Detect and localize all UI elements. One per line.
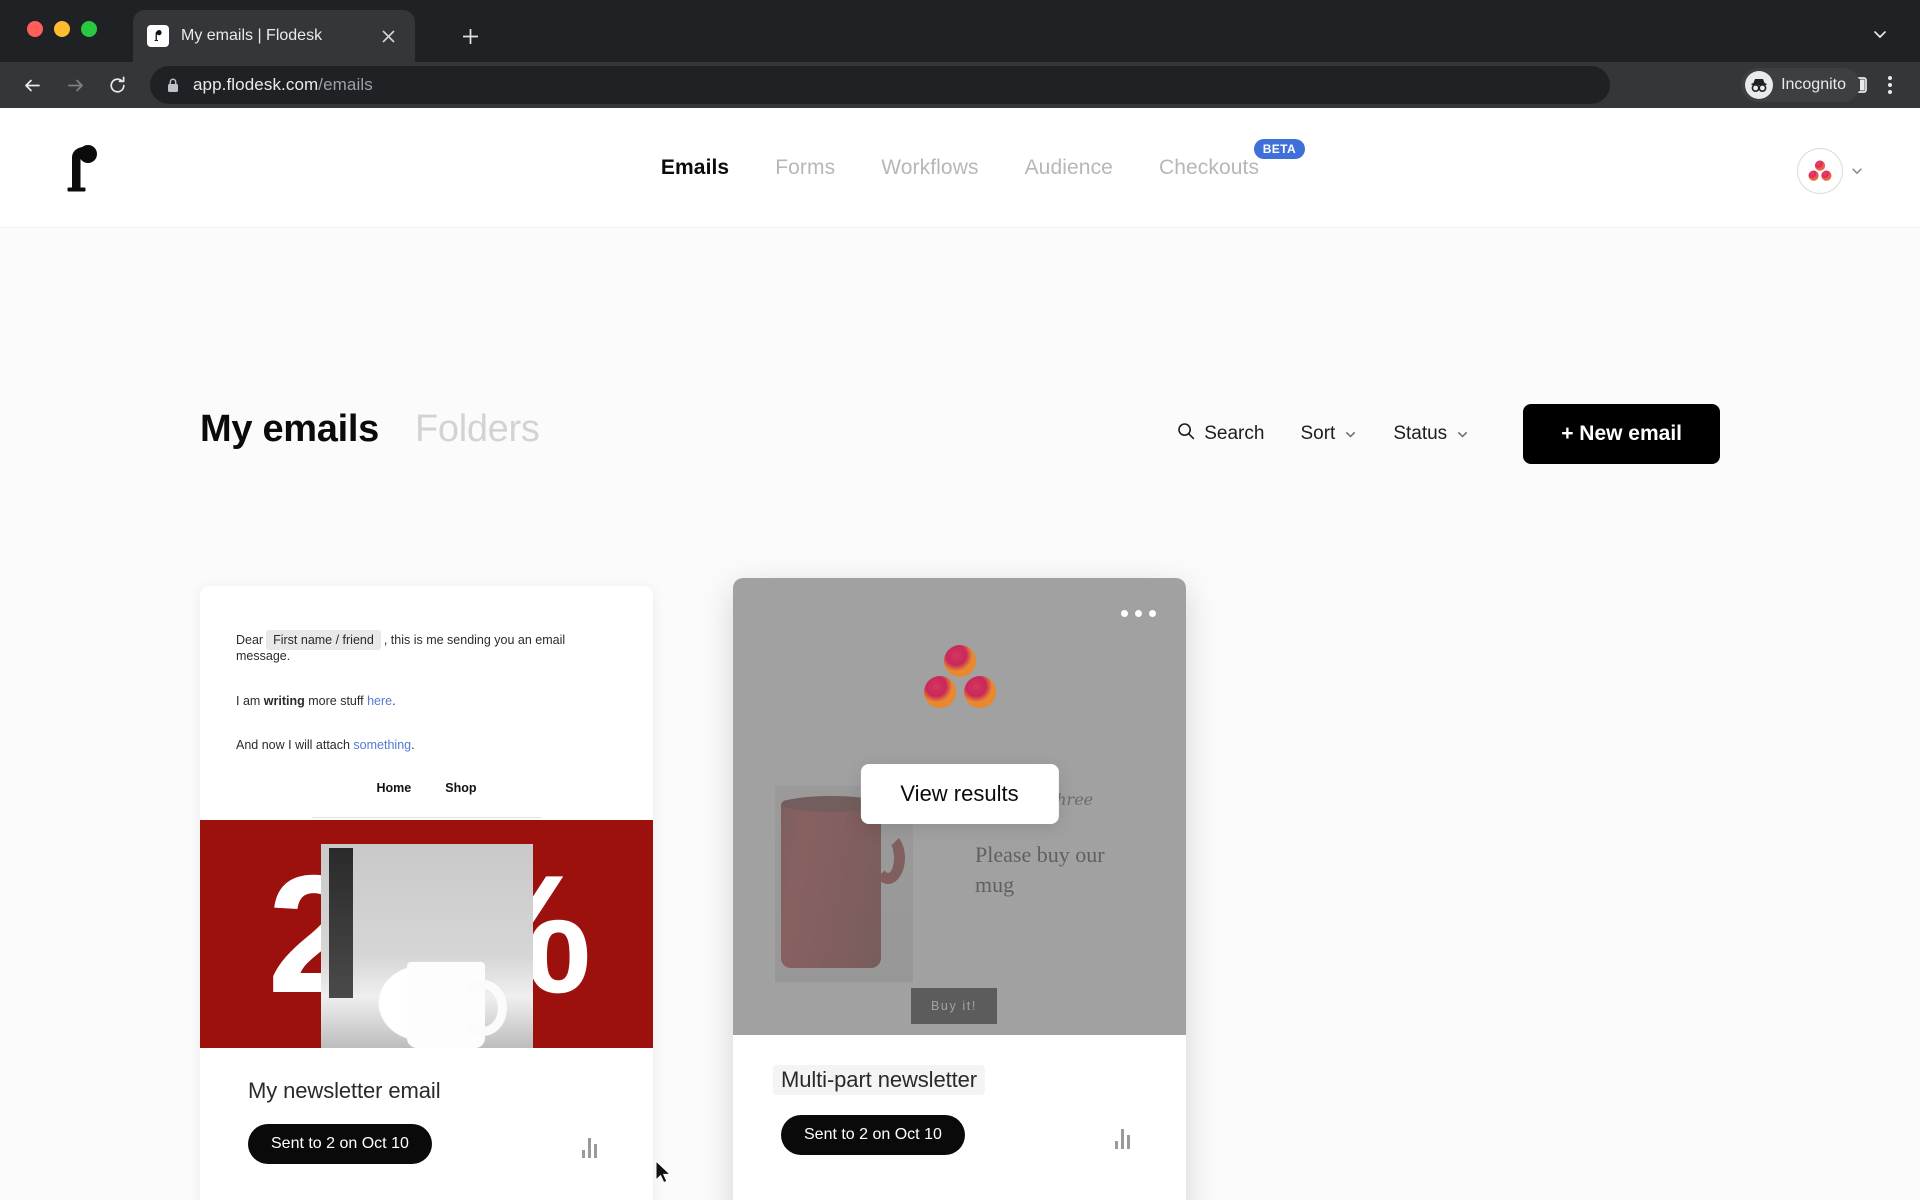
toolbar-actions: Search Sort Status + New email (1159, 404, 1720, 464)
url-text: app.flodesk.com/emails (193, 75, 373, 95)
nav-item-emails[interactable]: Emails (661, 156, 729, 180)
page-title: My emails (200, 408, 379, 450)
flodesk-favicon-icon (147, 25, 169, 47)
lock-icon (166, 77, 180, 93)
merge-tag: First name / friend (266, 630, 381, 650)
search-icon (1177, 422, 1195, 446)
preview-greeting: Dear First name / friend, this is me send… (236, 630, 617, 665)
view-tabs: My emails Folders (200, 408, 540, 451)
chevron-down-icon (1456, 428, 1469, 441)
nav-item-workflows[interactable]: Workflows (881, 156, 978, 180)
page-content: Emails Forms Workflows Audience Checkout… (0, 108, 1920, 1200)
window-controls (27, 21, 97, 37)
chevron-down-icon[interactable] (1864, 18, 1896, 50)
mouse-pointer-icon (655, 1159, 675, 1192)
arrow-right-icon[interactable] (58, 68, 92, 102)
bar-chart-icon[interactable] (582, 1136, 597, 1158)
close-icon[interactable] (375, 23, 401, 49)
kebab-menu-icon[interactable] (1876, 71, 1904, 99)
more-options-icon[interactable] (1121, 610, 1156, 617)
maximize-window-button[interactable] (81, 21, 97, 37)
nav-label: Workflows (881, 156, 979, 179)
email-preview: One two three Please buy our mug Buy it! (733, 578, 1186, 1035)
preview-link-something[interactable]: something (353, 738, 411, 752)
preview-link-here[interactable]: here (367, 694, 392, 708)
url-domain: app.flodesk.com (193, 75, 319, 94)
avatar[interactable] (1797, 148, 1843, 194)
promo-screen (328, 848, 353, 998)
nav-item-checkouts[interactable]: Checkouts BETA (1158, 139, 1306, 180)
incognito-profile-button[interactable]: Incognito (1741, 68, 1860, 102)
email-name[interactable]: My newsletter email (248, 1078, 441, 1104)
sort-dropdown[interactable]: Sort (1282, 413, 1375, 455)
divider (312, 817, 541, 818)
preview-line-3: And now I will attach something. (236, 737, 617, 753)
line2-mid: more stuff (304, 693, 368, 708)
beta-badge: BETA (1253, 139, 1306, 159)
content-header: My emails Folders Search Sort Status + N… (0, 404, 1920, 498)
app-header: Emails Forms Workflows Audience Checkout… (0, 108, 1920, 228)
line2-bold: writing (263, 693, 305, 708)
promo-photo (320, 844, 533, 1048)
incognito-icon (1745, 71, 1774, 99)
browser-tab[interactable]: My emails | Flodesk (133, 10, 415, 62)
email-preview-body: Dear First name / friend, this is me send… (200, 586, 653, 818)
url-path: /emails (318, 75, 373, 94)
tab-title: My emails | Flodesk (181, 27, 323, 44)
nav-label: Emails (660, 156, 730, 179)
card-footer: My newsletter email Sent to 2 on Oct 10 (200, 1048, 653, 1164)
nav-item-forms[interactable]: Forms (775, 156, 835, 180)
bar-chart-icon[interactable] (1115, 1127, 1130, 1149)
view-results-button[interactable]: View results (860, 764, 1059, 824)
new-tab-button[interactable] (455, 21, 485, 51)
main-navigation: Emails Forms Workflows Audience Checkout… (0, 108, 1920, 228)
incognito-label: Incognito (1781, 76, 1846, 93)
account-menu[interactable] (1797, 148, 1864, 194)
line2-end: . (392, 693, 396, 708)
chevron-down-icon (1344, 428, 1357, 441)
nav-label: Audience (1024, 156, 1113, 179)
tab-strip: My emails | Flodesk (0, 0, 1920, 62)
status-dropdown[interactable]: Status (1375, 413, 1487, 455)
status-badge[interactable]: Sent to 2 on Oct 10 (781, 1115, 965, 1155)
card-footer: Multi-part newsletter Sent to 2 on Oct 1… (733, 1035, 1186, 1155)
close-window-button[interactable] (27, 21, 43, 37)
promo-mug (406, 962, 507, 1048)
chevron-down-icon[interactable] (1850, 164, 1864, 178)
line2-pre: I am (236, 693, 264, 708)
status-badge[interactable]: Sent to 2 on Oct 10 (248, 1124, 432, 1164)
line3-end: . (411, 737, 415, 752)
tab-folders[interactable]: Folders (415, 408, 540, 451)
browser-window: My emails | Flodesk app.flodesk.com/emai… (0, 0, 1920, 1200)
arrow-left-icon[interactable] (15, 68, 49, 102)
email-preview: Dear First name / friend, this is me send… (200, 586, 653, 1048)
line3-pre: And now I will attach (236, 737, 354, 752)
minimize-window-button[interactable] (54, 21, 70, 37)
sort-label: Sort (1300, 423, 1336, 444)
status-label: Status (1393, 423, 1448, 444)
preview-line-2: I am writing more stuff here. (236, 693, 617, 709)
search-label: Search (1204, 423, 1265, 444)
promo-banner: 20% (200, 820, 653, 1048)
search-button[interactable]: Search (1159, 412, 1282, 456)
flodesk-dots-logo-icon (922, 642, 998, 717)
new-email-button[interactable]: + New email (1523, 404, 1720, 464)
greeting-prefix: Dear (236, 633, 264, 647)
preview-nav-home[interactable]: Home (377, 781, 412, 795)
nav-item-audience[interactable]: Audience (1025, 156, 1113, 180)
email-card[interactable]: One two three Please buy our mug Buy it! (733, 578, 1186, 1200)
nav-label: Forms (775, 156, 836, 179)
browser-toolbar: app.flodesk.com/emails Incognito (0, 62, 1920, 108)
preview-nav-shop[interactable]: Shop (445, 781, 476, 795)
address-bar[interactable]: app.flodesk.com/emails (150, 66, 1610, 104)
nav-label: Checkouts (1158, 156, 1260, 179)
email-name[interactable]: Multi-part newsletter (773, 1065, 985, 1095)
email-card[interactable]: Dear First name / friend, this is me send… (200, 586, 653, 1200)
reload-icon[interactable] (100, 68, 134, 102)
preview-nav: Home Shop (236, 781, 617, 795)
